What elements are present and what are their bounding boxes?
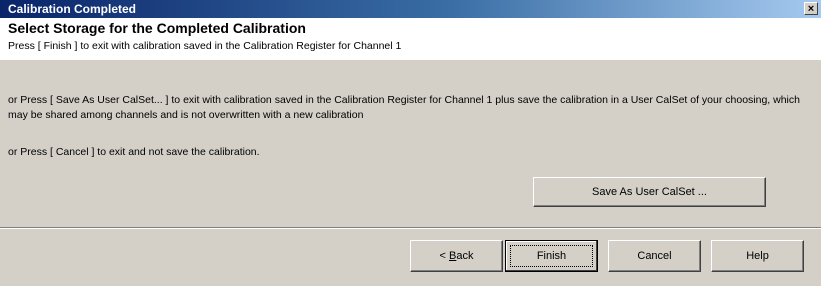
back-label-rest: ack	[456, 250, 474, 262]
cancel-instruction: or Press [ Cancel ] to exit and not save…	[8, 146, 260, 158]
help-button[interactable]: Help	[711, 240, 804, 272]
cancel-button[interactable]: Cancel	[608, 240, 701, 272]
save-as-user-calset-button[interactable]: Save As User CalSet ...	[533, 177, 766, 207]
dialog-header: Select Storage for the Completed Calibra…	[0, 18, 821, 60]
title-bar: Calibration Completed ×	[0, 0, 821, 18]
calibration-completed-dialog: Calibration Completed × Select Storage f…	[0, 0, 821, 286]
finish-instruction: Press [ Finish ] to exit with calibratio…	[8, 40, 402, 52]
back-prefix: <	[439, 250, 449, 262]
page-title: Select Storage for the Completed Calibra…	[8, 20, 306, 36]
back-button[interactable]: < Back	[410, 240, 503, 272]
finish-button[interactable]: Finish	[505, 240, 598, 272]
focus-rectangle	[510, 245, 593, 267]
window-title: Calibration Completed	[8, 2, 137, 16]
separator	[0, 227, 821, 229]
close-icon[interactable]: ×	[804, 2, 818, 15]
save-as-instruction: or Press [ Save As User CalSet... ] to e…	[8, 94, 800, 121]
